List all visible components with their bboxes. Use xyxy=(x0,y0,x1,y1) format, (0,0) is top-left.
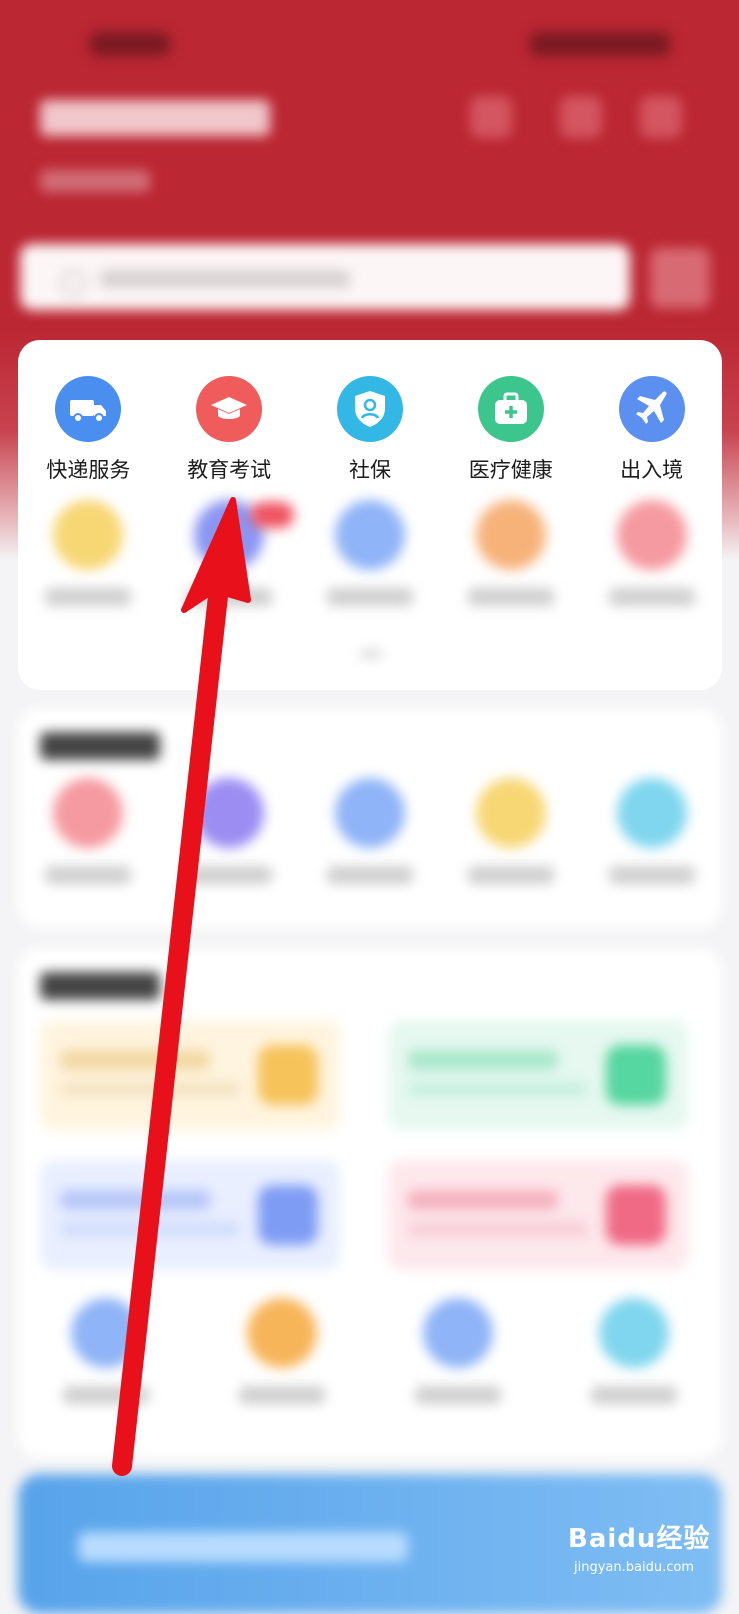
hot-tile[interactable] xyxy=(40,1020,340,1130)
service-item[interactable] xyxy=(21,500,155,606)
hot-item[interactable] xyxy=(567,1298,701,1404)
watermark-main: Baidu经验 xyxy=(568,1524,711,1554)
service-label: 社保 xyxy=(348,458,391,482)
service-express[interactable]: 快递服务 xyxy=(21,376,155,484)
scan-icon[interactable] xyxy=(650,248,710,308)
graduation-cap-icon xyxy=(196,376,263,442)
banner-text xyxy=(78,1532,408,1562)
services-row-2 xyxy=(18,500,722,606)
recent-item[interactable] xyxy=(444,778,578,884)
status-bar xyxy=(0,20,739,70)
hot-tile[interactable] xyxy=(40,1160,340,1270)
recent-section xyxy=(18,708,722,928)
shield-user-icon xyxy=(336,376,403,442)
service-item[interactable] xyxy=(303,500,437,606)
hot-tile[interactable] xyxy=(388,1160,688,1270)
baidu-watermark: Baidu经验 jingyan.baidu.com xyxy=(548,1518,728,1588)
truck-icon xyxy=(55,376,122,442)
new-badge xyxy=(250,502,294,528)
header-icon-1[interactable] xyxy=(470,96,512,138)
service-medical[interactable]: 医疗健康 xyxy=(444,376,578,484)
service-item[interactable] xyxy=(444,500,578,606)
header-icon-2[interactable] xyxy=(560,96,602,138)
service-label: 出入境 xyxy=(620,458,684,482)
service-exit-entry[interactable]: 出入境 xyxy=(585,376,719,484)
location-selector[interactable] xyxy=(40,170,150,192)
recent-item[interactable] xyxy=(162,778,296,884)
recent-item[interactable] xyxy=(585,778,719,884)
status-icons xyxy=(530,32,670,56)
section-title xyxy=(40,732,160,760)
section-title xyxy=(40,972,160,1000)
hot-item[interactable] xyxy=(215,1298,349,1404)
hot-item[interactable] xyxy=(391,1298,525,1404)
hot-tile[interactable] xyxy=(388,1020,688,1130)
hot-item[interactable] xyxy=(39,1298,173,1404)
search-bar[interactable] xyxy=(20,244,630,310)
services-card: 快递服务 教育考试 社保 医疗健康 出入境 xyxy=(18,340,722,690)
hot-section xyxy=(18,948,722,1458)
recent-item[interactable] xyxy=(21,778,155,884)
status-time xyxy=(90,32,170,56)
service-item[interactable] xyxy=(585,500,719,606)
search-placeholder xyxy=(100,270,350,288)
service-social-security[interactable]: 社保 xyxy=(303,376,437,484)
service-education[interactable]: 教育考试 xyxy=(162,376,296,484)
service-label: 快递服务 xyxy=(46,458,131,482)
airplane-icon xyxy=(618,376,685,442)
services-row: 快递服务 教育考试 社保 医疗健康 出入境 xyxy=(18,376,722,484)
service-label: 教育考试 xyxy=(187,458,272,482)
search-icon xyxy=(60,270,86,296)
header-icon-3[interactable] xyxy=(640,96,682,138)
recent-item[interactable] xyxy=(303,778,437,884)
medical-kit-icon xyxy=(477,376,544,442)
service-label: 医疗健康 xyxy=(468,458,553,482)
app-title xyxy=(40,100,270,136)
page-indicator xyxy=(360,650,382,658)
watermark-sub: jingyan.baidu.com xyxy=(574,1560,694,1575)
